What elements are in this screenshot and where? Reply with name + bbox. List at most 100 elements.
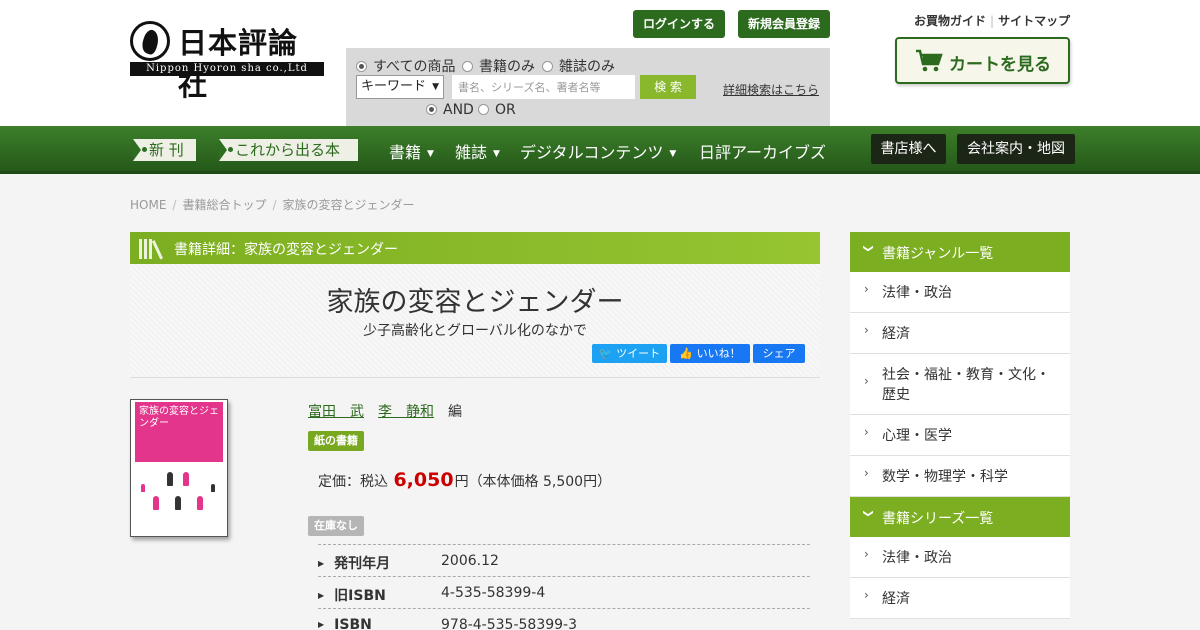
cart-label: カートを見る bbox=[949, 55, 1051, 75]
cart-icon bbox=[916, 49, 943, 72]
tweet-button[interactable]: 🐦 ツイート bbox=[592, 344, 667, 363]
info-label: 発刊年月 bbox=[318, 553, 390, 573]
chevron-right-icon: › bbox=[864, 282, 869, 296]
info-value: 4-535-58399-4 bbox=[441, 585, 546, 601]
sidebar-genre-item[interactable]: › 経済 bbox=[850, 313, 1070, 354]
sidebar-genre-item[interactable]: › 法律・政治 bbox=[850, 272, 1070, 313]
format-badge: 紙の書籍 bbox=[308, 431, 364, 451]
sidebar-genre-item[interactable]: › 心理・医学 bbox=[850, 415, 1070, 456]
cover-figure bbox=[141, 484, 145, 492]
logo-subtitle: Nippon Hyoron sha co.,Ltd bbox=[130, 62, 324, 76]
section-title-bar: 書籍詳細：家族の変容とジェンダー bbox=[130, 232, 820, 264]
nav-upcoming-books[interactable]: これから出る本 bbox=[219, 139, 358, 161]
book-heading-area: 家族の変容とジェンダー 少子高齢化とグローバル化のなかで 🐦 ツイート 👍 いい… bbox=[130, 264, 820, 378]
search-button[interactable]: 検 索 bbox=[640, 75, 696, 99]
info-value: 2006.12 bbox=[441, 553, 499, 569]
link-separator: | bbox=[990, 14, 995, 28]
logo-emblem-icon bbox=[130, 21, 170, 61]
author-link[interactable]: 富田 武 bbox=[308, 404, 364, 420]
info-value: 978-4-535-58399-3 bbox=[441, 617, 578, 630]
caret-down-icon: ▼ bbox=[669, 149, 677, 159]
scope-books-radio[interactable]: 書籍のみ bbox=[462, 56, 535, 76]
view-cart-button[interactable]: カートを見る bbox=[895, 37, 1070, 84]
site-logo[interactable]: 日本評論社 Nippon Hyoron sha co.,Ltd bbox=[130, 20, 324, 102]
sidebar-series-header[interactable]: ❯ 書籍シリーズ一覧 bbox=[850, 497, 1070, 537]
shopping-guide-link[interactable]: お買物ガイド bbox=[914, 14, 986, 28]
stock-status-badge: 在庫なし bbox=[308, 516, 364, 536]
cover-figure bbox=[197, 496, 203, 510]
global-nav: 新 刊 これから出る本 書籍 ▼ 雑誌 ▼ デジタルコンテンツ ▼ 日評アーカイブズ … bbox=[0, 126, 1200, 174]
twitter-bird-icon: 🐦 bbox=[598, 347, 617, 360]
sidebar-genre-item[interactable]: › 社会・福祉・教育・文化・歴史 bbox=[850, 354, 1070, 415]
sidebar-series-item[interactable]: › 経済 bbox=[850, 578, 1070, 619]
advanced-search-link[interactable]: 詳細検索はこちら bbox=[723, 81, 819, 98]
cover-title-text: 家族の変容とジェンダー bbox=[139, 406, 219, 429]
sidebar-genre-header[interactable]: ❯ 書籍ジャンル一覧 bbox=[850, 232, 1070, 272]
search-panel: すべての商品 書籍のみ 雑誌のみ キーワード▼ 検 索 詳細検索はこちら AND… bbox=[346, 48, 830, 126]
cover-figure bbox=[153, 496, 159, 510]
caret-down-icon: ▼ bbox=[493, 149, 500, 159]
breadcrumb-current: 家族の変容とジェンダー bbox=[282, 198, 415, 212]
chevron-right-icon: › bbox=[864, 323, 869, 337]
author-role: 編 bbox=[448, 404, 462, 420]
sidebar-genre-item[interactable]: › 数学・物理学・科学 bbox=[850, 456, 1070, 497]
section-title: 書籍詳細：家族の変容とジェンダー bbox=[174, 242, 398, 258]
cover-figure bbox=[183, 472, 189, 486]
nav-magazines[interactable]: 雑誌 ▼ bbox=[455, 139, 500, 163]
price-note: （本体価格 5,500円） bbox=[468, 474, 612, 490]
and-radio[interactable]: AND bbox=[426, 102, 474, 118]
author-link[interactable]: 李 静和 bbox=[378, 404, 434, 420]
register-button[interactable]: 新規会員登録 bbox=[738, 10, 830, 38]
facebook-like-button[interactable]: 👍 いいね！ bbox=[670, 344, 750, 363]
caret-down-icon: ▼ bbox=[427, 149, 434, 159]
facebook-share-button[interactable]: シェア bbox=[753, 344, 805, 363]
breadcrumb-home[interactable]: HOME bbox=[130, 198, 166, 212]
sitemap-link[interactable]: サイトマップ bbox=[998, 14, 1070, 28]
bookshelf-icon bbox=[139, 239, 164, 260]
search-type-select[interactable]: キーワード ▼ bbox=[356, 75, 444, 99]
book-cover-image[interactable]: 家族の変容とジェンダー bbox=[130, 399, 228, 537]
breadcrumb-separator: / bbox=[272, 198, 277, 212]
radio-checked-icon bbox=[356, 61, 367, 72]
or-radio[interactable]: OR bbox=[478, 102, 516, 118]
cover-figure bbox=[167, 472, 173, 486]
nav-new-releases[interactable]: 新 刊 bbox=[133, 139, 196, 161]
cover-figure bbox=[175, 496, 181, 510]
price-unit: 円 bbox=[454, 474, 469, 490]
radio-unchecked-icon bbox=[478, 104, 489, 115]
site-header: 日本評論社 Nippon Hyoron sha co.,Ltd ログインする 新… bbox=[0, 0, 1200, 126]
price: 定価：税込 6,050円（本体価格 5,500円） bbox=[318, 469, 611, 491]
nav-books[interactable]: 書籍 ▼ bbox=[389, 139, 434, 163]
book-authors: 富田 武李 静和編 bbox=[308, 401, 462, 421]
scope-magazines-radio[interactable]: 雑誌のみ bbox=[542, 56, 615, 76]
nav-bookstore-button[interactable]: 書店様へ bbox=[871, 134, 946, 164]
chevron-right-icon: › bbox=[864, 588, 869, 602]
nav-archives[interactable]: 日評アーカイブズ bbox=[699, 139, 826, 163]
breadcrumb: HOME / 書籍総合トップ / 家族の変容とジェンダー bbox=[130, 196, 415, 213]
chevron-down-icon: ❯ bbox=[862, 509, 874, 518]
nav-digital-contents[interactable]: デジタルコンテンツ ▼ bbox=[520, 139, 676, 163]
search-input[interactable] bbox=[452, 75, 635, 99]
chevron-right-icon: › bbox=[864, 466, 869, 480]
nav-company-button[interactable]: 会社案内・地図 bbox=[957, 134, 1075, 164]
breadcrumb-separator: / bbox=[172, 198, 177, 212]
info-label: 旧ISBN bbox=[318, 585, 386, 605]
utility-links: お買物ガイド | サイトマップ bbox=[914, 12, 1070, 29]
book-title: 家族の変容とジェンダー bbox=[326, 287, 624, 318]
chevron-right-icon: › bbox=[864, 547, 869, 561]
info-row: 発刊年月 2006.12 bbox=[318, 544, 810, 576]
chevron-right-icon: › bbox=[864, 374, 869, 388]
info-row: ISBN 978-4-535-58399-3 bbox=[318, 608, 810, 630]
breadcrumb-books-top[interactable]: 書籍総合トップ bbox=[182, 198, 266, 212]
info-label: ISBN bbox=[318, 617, 372, 630]
chevron-right-icon: › bbox=[864, 425, 869, 439]
cover-title-band: 家族の変容とジェンダー bbox=[135, 402, 223, 462]
book-subtitle: 少子高齢化とグローバル化のなかで bbox=[363, 323, 587, 339]
scope-all-radio[interactable]: すべての商品 bbox=[356, 56, 455, 76]
cover-figure bbox=[211, 484, 215, 492]
sidebar-series-item[interactable]: › 法律・政治 bbox=[850, 537, 1070, 578]
chevron-down-icon: ▼ bbox=[432, 82, 439, 92]
info-row: 旧ISBN 4-535-58399-4 bbox=[318, 576, 810, 608]
login-button[interactable]: ログインする bbox=[633, 10, 725, 38]
price-label: 定価：税込 bbox=[318, 474, 388, 490]
